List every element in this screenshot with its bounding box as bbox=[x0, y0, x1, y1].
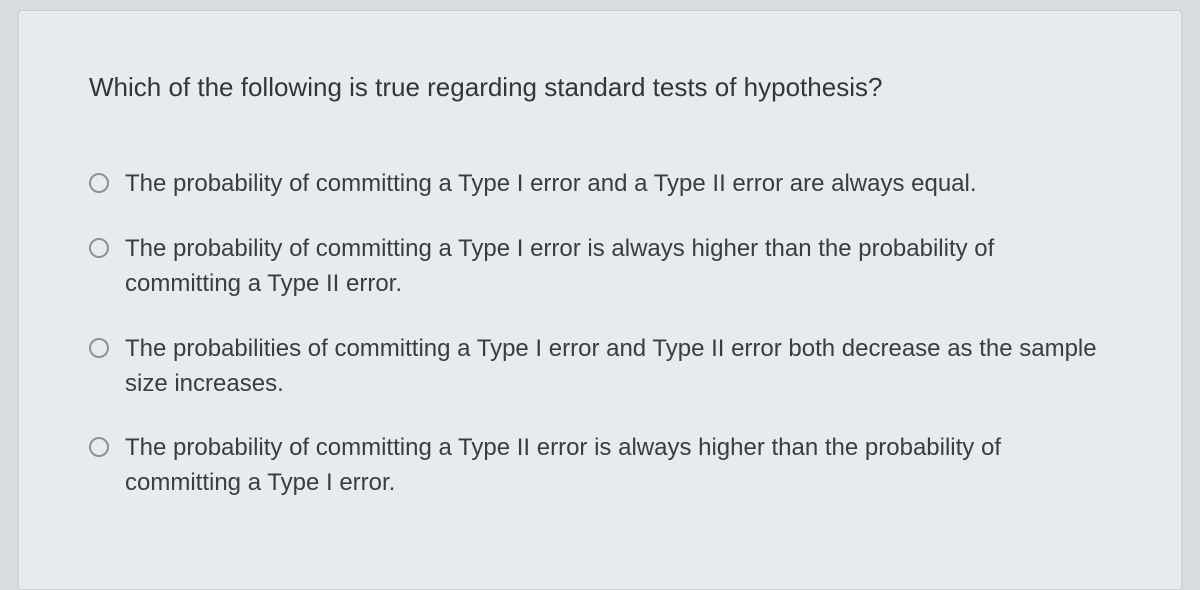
radio-button[interactable] bbox=[89, 238, 109, 258]
radio-button[interactable] bbox=[89, 173, 109, 193]
option-label[interactable]: The probability of committing a Type I e… bbox=[125, 232, 1111, 302]
question-prompt: Which of the following is true regarding… bbox=[89, 69, 1111, 105]
option-row[interactable]: The probability of committing a Type II … bbox=[89, 431, 1111, 501]
option-row[interactable]: The probability of committing a Type I e… bbox=[89, 167, 1111, 202]
question-card: Which of the following is true regarding… bbox=[18, 10, 1182, 590]
question-panel-frame: Which of the following is true regarding… bbox=[0, 0, 1200, 590]
option-label[interactable]: The probability of committing a Type I e… bbox=[125, 167, 977, 202]
option-label[interactable]: The probabilities of committing a Type I… bbox=[125, 332, 1111, 402]
option-label[interactable]: The probability of committing a Type II … bbox=[125, 431, 1111, 501]
radio-button[interactable] bbox=[89, 437, 109, 457]
option-row[interactable]: The probabilities of committing a Type I… bbox=[89, 332, 1111, 402]
options-list: The probability of committing a Type I e… bbox=[89, 167, 1111, 501]
option-row[interactable]: The probability of committing a Type I e… bbox=[89, 232, 1111, 302]
radio-button[interactable] bbox=[89, 338, 109, 358]
